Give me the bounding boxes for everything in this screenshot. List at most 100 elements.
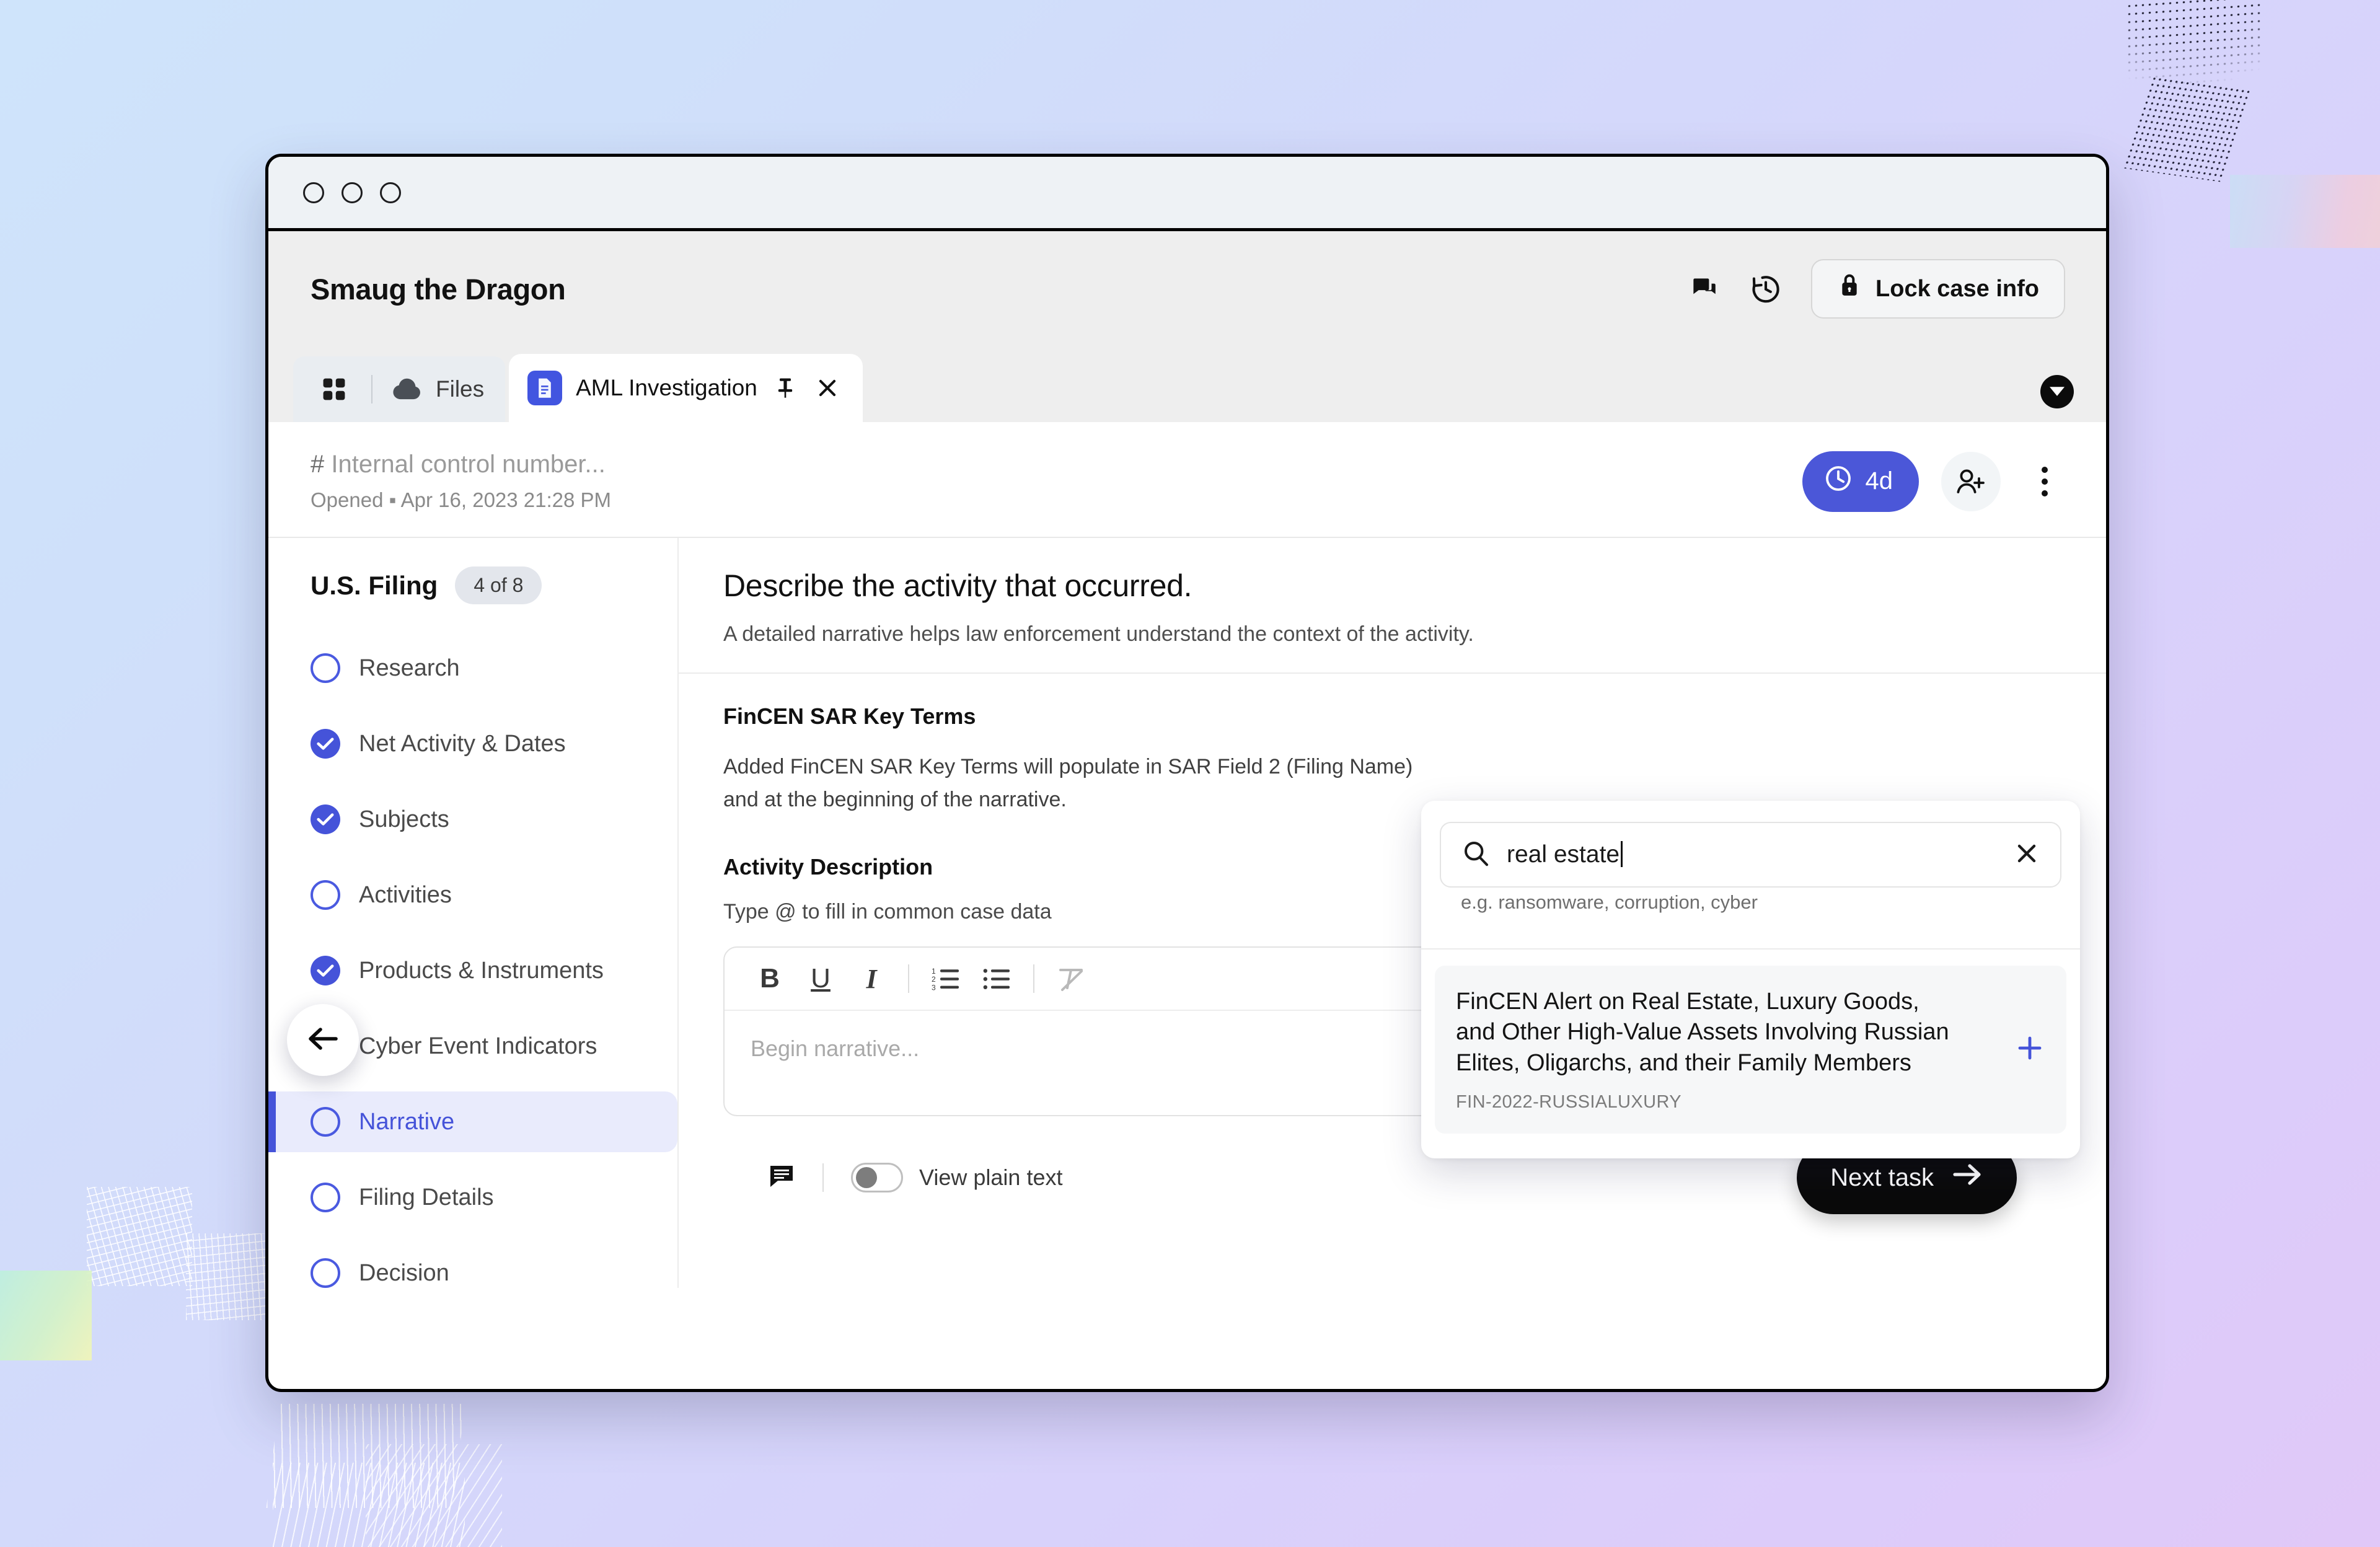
next-task-label: Next task (1830, 1163, 1934, 1191)
window-minimize-dot[interactable] (342, 182, 363, 203)
sla-badge-label: 4d (1865, 467, 1893, 495)
text-caret (1621, 841, 1623, 867)
comment-icon[interactable] (768, 1163, 795, 1192)
sidebar-item-filing-details[interactable]: Filing Details (268, 1167, 677, 1228)
lock-icon (1837, 272, 1862, 306)
tab-overflow-area (2040, 375, 2106, 422)
ordered-list-icon[interactable]: 1 2 3 (920, 953, 971, 1004)
kebab-menu-icon[interactable] (2023, 452, 2066, 511)
view-plain-text-toggle[interactable] (851, 1163, 903, 1193)
toggle-knob (856, 1167, 877, 1189)
tab-files[interactable]: Files (390, 375, 484, 404)
sla-badge[interactable]: 4d (1802, 451, 1919, 512)
search-results-list: FinCEN Alert on Real Estate, Luxury Good… (1421, 948, 2080, 1158)
arrow-left-icon (306, 1025, 340, 1056)
incomplete-circle-icon (311, 1183, 340, 1212)
comments-icon[interactable] (1687, 272, 1721, 306)
background-dot-pattern-top (2126, 0, 2262, 129)
search-hint-text: e.g. ransomware, corruption, cyber (1461, 891, 1758, 913)
check-circle-icon (311, 729, 340, 759)
italic-button[interactable]: I (846, 953, 897, 1004)
case-meta-bar: # Internal control number... Opened ▪ Ap… (268, 422, 2106, 538)
background-green-swatch (0, 1271, 92, 1360)
lock-case-info-button[interactable]: Lock case info (1811, 259, 2065, 319)
bullet-list-icon[interactable] (971, 953, 1022, 1004)
cloud-icon (390, 375, 423, 404)
clear-formatting-icon[interactable] (1046, 953, 1096, 1004)
header-actions: Lock case info (1687, 259, 2065, 319)
add-user-icon[interactable] (1941, 451, 2001, 511)
browser-window: Smaug the Dragon Lock case info Files AM… (265, 154, 2109, 1392)
tab-strip: Files AML Investigation (268, 346, 2106, 422)
background-gradient-swatch (2230, 175, 2380, 248)
search-result-title: FinCEN Alert on Real Estate, Luxury Good… (1456, 989, 1949, 1076)
hash-symbol: # (311, 451, 325, 478)
back-button[interactable] (287, 1004, 359, 1076)
underline-button[interactable]: U (795, 953, 846, 1004)
background-wave-three (366, 1444, 502, 1547)
footer-divider (822, 1163, 824, 1192)
sidebar-item-decision[interactable]: Decision (268, 1243, 677, 1303)
key-terms-search-popup: real estate e.g. ransomware, corruption,… (1421, 801, 2080, 1159)
incomplete-circle-icon (311, 1107, 340, 1137)
tab-aml-investigation-label: AML Investigation (576, 375, 757, 400)
sidebar-item-products-instruments[interactable]: Products & Instruments (268, 940, 677, 1001)
view-plain-text-label: View plain text (919, 1165, 1063, 1191)
narrative-question-title: Describe the activity that occurred. (723, 568, 1192, 603)
search-top: real estate e.g. ransomware, corruption,… (1421, 801, 2080, 948)
incomplete-circle-icon (311, 1258, 340, 1288)
sidebar-title: U.S. Filing (311, 570, 438, 600)
lock-case-info-label: Lock case info (1875, 275, 2039, 302)
sidebar-progress-count: 4 of 8 (455, 566, 542, 604)
narrative-question-subtitle: A detailed narrative helps law enforceme… (723, 622, 1474, 646)
tab-aml-investigation[interactable]: AML Investigation (509, 354, 863, 422)
filing-sidebar: U.S. Filing 4 of 8 Research Net Activity… (268, 538, 677, 1288)
internal-control-number-placeholder: Internal control number... (331, 451, 606, 478)
pin-icon[interactable] (771, 374, 800, 402)
search-input[interactable]: real estate (1440, 822, 2061, 888)
toolbar-divider-two (1033, 964, 1034, 994)
background-mesh-left (87, 1187, 192, 1286)
bold-button[interactable]: B (744, 953, 795, 1004)
document-icon (527, 371, 563, 405)
sidebar-item-label: Net Activity & Dates (359, 730, 566, 757)
sidebar-item-label: Activities (359, 881, 452, 908)
sidebar-item-label: Subjects (359, 806, 449, 832)
background-wave-one (266, 1404, 465, 1508)
page-title: Smaug the Dragon (311, 272, 566, 306)
sidebar-item-label: Research (359, 654, 460, 681)
svg-text:3: 3 (932, 984, 936, 992)
sidebar-item-activities[interactable]: Activities (268, 865, 677, 925)
arrow-right-icon (1952, 1162, 1983, 1193)
narrative-placeholder: Begin narrative... (751, 1036, 920, 1062)
history-icon[interactable] (1749, 272, 1783, 306)
sidebar-item-research[interactable]: Research (268, 638, 677, 699)
search-result-item[interactable]: FinCEN Alert on Real Estate, Luxury Good… (1435, 966, 2066, 1134)
plus-icon[interactable] (2014, 1033, 2045, 1067)
case-opened-timestamp: Opened ▪ Apr 16, 2023 21:28 PM (311, 488, 612, 511)
check-circle-icon (311, 804, 340, 834)
case-actions: 4d (1802, 451, 2067, 512)
sidebar-item-narrative[interactable]: Narrative (268, 1091, 677, 1152)
internal-control-number-field[interactable]: # Internal control number... (311, 451, 611, 478)
window-close-dot[interactable] (303, 182, 324, 203)
background-wave-two (273, 1463, 465, 1547)
sidebar-item-label: Cyber Event Indicators (359, 1033, 597, 1059)
sidebar-item-subjects[interactable]: Subjects (268, 789, 677, 850)
search-result-code: FIN-2022-RUSSIALUXURY (1456, 1092, 1682, 1113)
window-maximize-dot[interactable] (380, 182, 401, 203)
chevron-down-icon[interactable] (2040, 375, 2074, 408)
sidebar-item-label: Filing Details (359, 1184, 494, 1210)
grid-icon[interactable] (314, 369, 354, 409)
close-icon[interactable] (813, 374, 842, 402)
sidebar-item-net-activity-dates[interactable]: Net Activity & Dates (268, 713, 677, 774)
clear-search-icon[interactable] (2014, 841, 2039, 869)
case-identity: # Internal control number... Opened ▪ Ap… (311, 451, 611, 512)
incomplete-circle-icon (311, 653, 340, 683)
search-icon (1462, 839, 1491, 871)
svg-text:2: 2 (932, 976, 936, 984)
search-input-value: real estate (1507, 841, 1623, 868)
tab-divider (371, 375, 372, 403)
svg-text:1: 1 (932, 967, 936, 976)
key-terms-description: Added FinCEN SAR Key Terms will populate… (723, 755, 1413, 811)
